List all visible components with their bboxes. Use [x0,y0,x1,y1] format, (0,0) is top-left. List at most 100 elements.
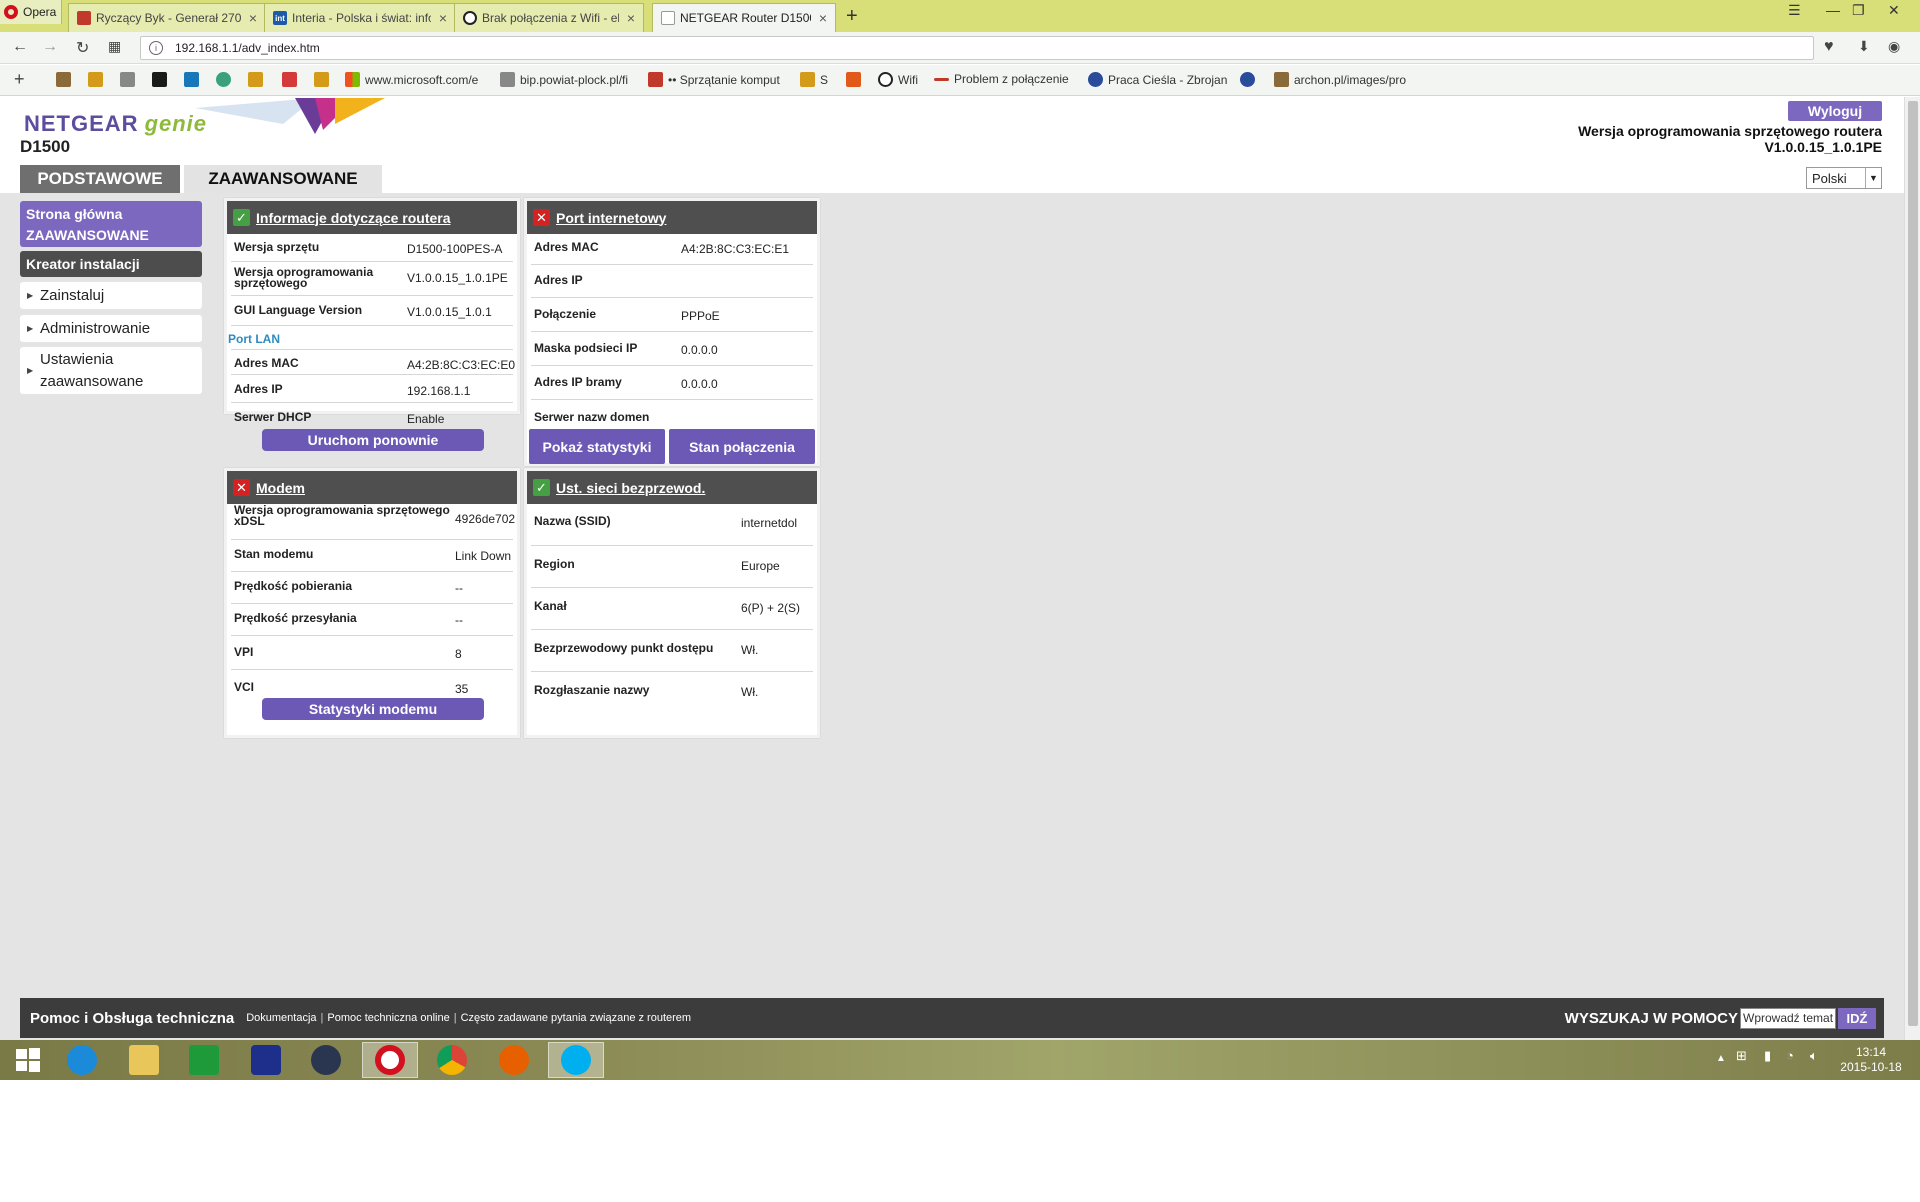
scrollbar-thumb[interactable] [1908,101,1918,1026]
close-tab-icon[interactable]: × [819,10,827,26]
taskbar-media[interactable] [298,1042,354,1078]
tray-expand-icon[interactable]: ▲ [1716,1053,1726,1064]
url-input[interactable]: i 192.168.1.1/adv_index.htm [140,36,1814,60]
taskbar-firefox[interactable] [486,1042,542,1078]
help-search-label: WYSZUKAJ W POMOCY [1564,1009,1738,1027]
network-icon[interactable]: ⊞ [1736,1048,1747,1064]
modem-statistics-button[interactable]: Statystyki modemu [262,698,484,720]
netgear-genie-logo: NETGEAR genie [24,111,207,137]
tabs-menu-icon[interactable]: ☰ [1788,2,1801,19]
bookmarks-bar: + www.microsoft.com/e bip.powiat-plock.p… [0,65,1920,96]
taskbar-chrome[interactable] [424,1042,480,1078]
vertical-scrollbar[interactable] [1904,97,1920,1040]
taskbar-file-explorer[interactable] [116,1042,172,1078]
modem-title-link[interactable]: Modem [256,480,305,496]
bookmark-item[interactable] [314,72,329,87]
logout-button[interactable]: Wyloguj [1788,101,1882,121]
sidebar-item-advanced-setup[interactable]: ▶ Ustawienia zaawansowane [20,347,202,394]
internet-port-title-link[interactable]: Port internetowy [556,210,666,226]
store-icon [189,1045,219,1075]
heart-bookmark-icon[interactable]: ♥ [1824,38,1834,56]
close-tab-icon[interactable]: × [627,10,635,26]
info-row: Wersja oprogramowania sprzętowego V1.0.0… [231,262,513,296]
sidebar-item-setup[interactable]: ▶ Zainstaluj [20,282,202,309]
show-statistics-button[interactable]: Pokaż statystyki [529,429,665,464]
taskbar-clock[interactable]: 13:14 2015-10-18 [1836,1045,1906,1075]
windows-taskbar: ▲ ⊞ ▮ ◔ 🔈︎ 13:14 2015-10-18 [0,1040,1920,1080]
router-info-title-link[interactable]: Informacje dotyczące routera [256,210,451,226]
tab-basic[interactable]: PODSTAWOWE [20,165,180,193]
faq-link[interactable]: Często zadawane pytania związane z route… [461,1012,692,1024]
reboot-button[interactable]: Uruchom ponownie [262,429,484,451]
info-row: Adres IP bramy 0.0.0.0 [531,366,813,400]
browser-tab-active[interactable]: NETGEAR Router D1500 × [652,3,836,32]
battery-icon[interactable]: ▮ [1764,1048,1771,1064]
taskbar-skype[interactable] [548,1042,604,1078]
close-tab-icon[interactable]: × [439,10,447,26]
bookmark-item[interactable] [846,72,861,87]
browser-tab[interactable]: Brak połączenia z Wifi - elek × [454,3,644,32]
close-tab-icon[interactable]: × [249,10,257,26]
page-info-icon[interactable]: i [149,41,163,55]
help-search-go-button[interactable]: IDŹ [1838,1007,1876,1029]
language-value: Polski [1812,170,1847,186]
bookmark-item[interactable] [248,72,263,87]
bookmark-item[interactable]: archon.pl/images/pro [1274,72,1406,87]
bookmark-label: Wifi [898,72,918,87]
speed-dial-grid-icon[interactable]: ▦ [108,38,121,55]
sidebar-setup-wizard[interactable]: Kreator instalacji [20,251,202,277]
bookmark-item[interactable] [1240,72,1255,87]
bookmark-label: •• Sprzątanie komput [668,72,780,87]
online-support-link[interactable]: Pomoc techniczna online [327,1012,449,1024]
add-bookmark-icon[interactable]: + [14,69,25,90]
firmware-version-value: V1.0.0.15_1.0.1PE [1764,139,1882,155]
browser-tab[interactable]: Ryczący Byk - Generał 270 × [68,3,266,32]
language-select[interactable]: Polski ▼ [1806,167,1882,189]
panel-header: ✓ Ust. sieci bezprzewod. [527,471,817,504]
account-icon[interactable]: ◉ [1888,38,1900,55]
bookmark-item[interactable]: www.microsoft.com/e [345,72,478,87]
back-arrow-icon[interactable]: ← [12,38,28,56]
taskbar-help[interactable] [238,1042,294,1078]
forward-arrow-icon[interactable]: → [42,38,58,56]
bookmark-item[interactable] [282,72,297,87]
bookmark-item[interactable] [184,72,199,87]
wifi-icon[interactable]: ◔ [1786,1048,1794,1063]
maximize-icon[interactable]: ❐ [1852,2,1865,19]
documentation-link[interactable]: Dokumentacja [246,1012,316,1024]
sidebar-item-administration[interactable]: ▶ Administrowanie [20,315,202,342]
bookmark-item[interactable]: bip.powiat-plock.pl/fi [500,72,628,87]
wireless-title-link[interactable]: Ust. sieci bezprzewod. [556,480,705,496]
bookmark-item[interactable]: S [800,72,828,87]
windows-logo-icon [16,1048,40,1072]
taskbar-store[interactable] [176,1042,232,1078]
blank-area [0,1080,1920,1202]
bookmark-item[interactable]: Wifi [878,72,918,87]
taskbar-opera[interactable] [362,1042,418,1078]
taskbar-internet-explorer[interactable] [54,1042,110,1078]
sidebar-advanced-home[interactable]: Strona główna ZAAWANSOWANE [20,201,202,247]
bookmark-item[interactable] [152,72,167,87]
info-row: Serwer nazw domen [531,400,813,430]
minimize-icon[interactable]: — [1826,2,1840,18]
bookmark-item[interactable] [216,72,231,87]
opera-menu-button[interactable]: Opera [0,0,62,24]
tab-advanced[interactable]: ZAAWANSOWANE [184,165,382,193]
bookmark-item[interactable] [56,72,71,87]
bookmark-item[interactable] [88,72,103,87]
download-icon[interactable]: ⬇ [1858,38,1870,55]
reload-icon[interactable]: ↻ [76,38,89,58]
bookmark-item[interactable] [120,72,135,87]
bookmark-item[interactable]: Praca Cieśla - Zbrojan [1088,72,1227,87]
bookmark-item[interactable]: •• Sprzątanie komput [648,72,780,87]
new-tab-button[interactable]: + [846,5,858,28]
close-window-icon[interactable]: ✕ [1888,2,1900,19]
bookmark-item[interactable]: Problem z połączenie [934,72,1069,86]
help-search-input[interactable]: Wprowadź temat wyszukiwa [1740,1007,1836,1029]
volume-icon[interactable]: 🔈︎ [1810,1048,1818,1064]
start-button[interactable] [0,1042,56,1078]
info-row: Połączenie PPPoE [531,298,813,332]
connection-status-button[interactable]: Stan połączenia [669,429,815,464]
browser-tab[interactable]: int Interia - Polska i świat: info × [264,3,456,32]
crown-icon [314,72,329,87]
